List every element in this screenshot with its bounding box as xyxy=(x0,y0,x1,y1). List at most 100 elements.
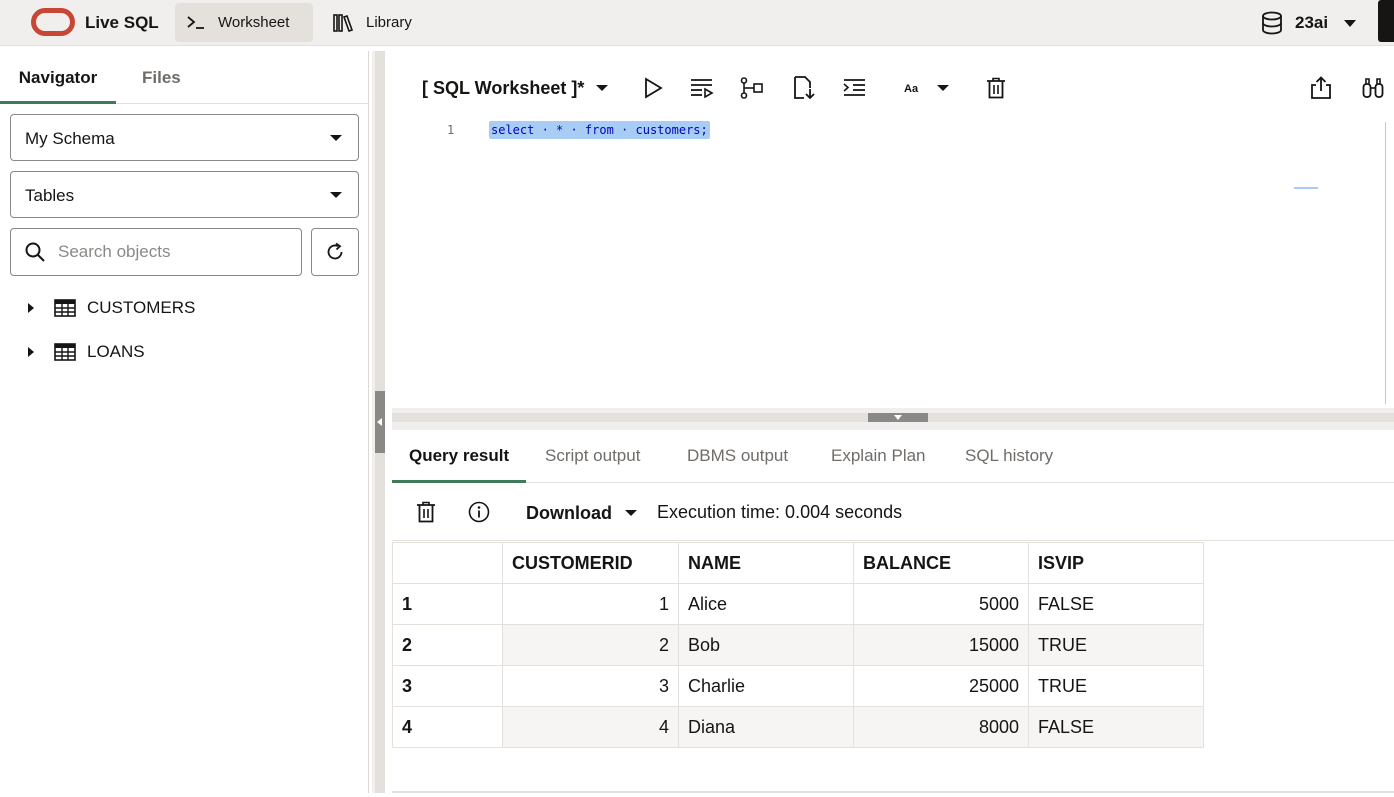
table-row[interactable]: 4 4 Diana 8000 FALSE xyxy=(392,706,1204,748)
cell-customerid[interactable]: 1 xyxy=(502,583,679,625)
tab-sql-history[interactable]: SQL history xyxy=(965,446,1053,466)
worksheet-title[interactable]: [ SQL Worksheet ]* xyxy=(422,78,584,99)
refresh-button[interactable] xyxy=(311,228,359,276)
cell-balance[interactable]: 8000 xyxy=(853,706,1029,748)
binoculars-icon xyxy=(1362,77,1384,99)
row-number: 4 xyxy=(392,706,503,748)
sql-code-area[interactable]: 1 select · * · from · customers; xyxy=(392,117,1382,407)
terminal-icon xyxy=(187,15,205,30)
schema-select[interactable]: My Schema xyxy=(10,114,359,161)
info-button[interactable] xyxy=(467,500,491,524)
tab-script-output[interactable]: Script output xyxy=(545,446,640,466)
tree-item-customers[interactable]: CUSTOMERS xyxy=(28,296,195,320)
cell-balance[interactable]: 25000 xyxy=(853,665,1029,707)
table-row[interactable]: 1 1 Alice 5000 FALSE xyxy=(392,583,1204,625)
results-toolbar: Download Execution time: 0.004 seconds xyxy=(392,484,1394,541)
cell-name[interactable]: Charlie xyxy=(678,665,854,707)
indent-icon xyxy=(843,78,867,98)
chevron-down-icon[interactable] xyxy=(625,510,637,516)
cell-name[interactable]: Alice xyxy=(678,583,854,625)
execution-time: Execution time: 0.004 seconds xyxy=(657,502,903,522)
tab-explain-plan[interactable]: Explain Plan xyxy=(831,446,926,466)
format-button[interactable] xyxy=(842,75,868,101)
tab-navigator[interactable]: Navigator xyxy=(0,68,116,104)
tree-item-label: LOANS xyxy=(87,342,145,361)
tree-diagram-icon xyxy=(740,77,764,99)
cell-isvip[interactable]: FALSE xyxy=(1028,706,1204,748)
table-row[interactable]: 2 2 Bob 15000 TRUE xyxy=(392,624,1204,666)
sql-editor-panel: [ SQL Worksheet ]* Aa 1 select · * · fro… xyxy=(392,51,1394,408)
row-number: 1 xyxy=(392,583,503,625)
cell-customerid[interactable]: 2 xyxy=(502,624,679,666)
play-icon xyxy=(643,77,663,99)
chevron-down-icon xyxy=(330,135,342,141)
nav-worksheet[interactable]: Worksheet xyxy=(175,3,313,42)
object-type-select[interactable]: Tables xyxy=(10,171,359,218)
table-row[interactable]: 3 3 Charlie 25000 TRUE xyxy=(392,665,1204,707)
nav-library[interactable]: Library xyxy=(331,3,431,42)
column-header[interactable]: ISVIP xyxy=(1028,542,1204,584)
tree-item-loans[interactable]: LOANS xyxy=(28,340,145,364)
collapse-navigator-handle[interactable] xyxy=(375,391,385,453)
tab-files[interactable]: Files xyxy=(142,68,181,88)
app-title[interactable]: Live SQL xyxy=(85,13,159,33)
font-size-toggle[interactable]: Aa xyxy=(904,83,918,95)
chevron-right-icon[interactable] xyxy=(28,347,34,357)
chevron-right-icon[interactable] xyxy=(28,303,34,313)
search-icon xyxy=(24,241,46,268)
library-icon xyxy=(333,13,353,32)
tab-query-result[interactable]: Query result xyxy=(392,446,527,483)
run-statement-button[interactable] xyxy=(640,75,666,101)
object-type-select-value: Tables xyxy=(25,186,75,205)
cell-balance[interactable]: 5000 xyxy=(853,583,1029,625)
cell-customerid[interactable]: 3 xyxy=(502,665,679,707)
share-icon xyxy=(1310,76,1332,100)
clear-results-button[interactable] xyxy=(414,500,438,524)
results-tabs: Query result Script output DBMS output E… xyxy=(392,430,1394,483)
user-menu-button[interactable] xyxy=(1378,0,1394,42)
selection-marker xyxy=(1294,187,1318,189)
cell-isvip[interactable]: TRUE xyxy=(1028,665,1204,707)
oracle-logo-icon[interactable] xyxy=(31,8,75,36)
cell-balance[interactable]: 15000 xyxy=(853,624,1029,666)
column-header[interactable]: NAME xyxy=(678,542,854,584)
find-button[interactable] xyxy=(1360,75,1386,101)
editor-scrollbar[interactable] xyxy=(1385,122,1386,404)
search-input[interactable] xyxy=(58,239,288,265)
cell-name[interactable]: Diana xyxy=(678,706,854,748)
tab-dbms-output[interactable]: DBMS output xyxy=(687,446,788,466)
cell-isvip[interactable]: FALSE xyxy=(1028,583,1204,625)
chevron-down-icon[interactable] xyxy=(596,85,608,91)
results-panel: Query result Script output DBMS output E… xyxy=(392,430,1394,793)
chevron-down-icon[interactable] xyxy=(937,85,949,91)
explain-plan-button[interactable] xyxy=(739,75,765,101)
cell-isvip[interactable]: TRUE xyxy=(1028,624,1204,666)
schema-select-value: My Schema xyxy=(25,129,115,148)
table-header-row: CUSTOMERID NAME BALANCE ISVIP xyxy=(392,542,1204,584)
column-header[interactable]: CUSTOMERID xyxy=(502,542,679,584)
cell-name[interactable]: Bob xyxy=(678,624,854,666)
bottom-border xyxy=(392,791,1394,793)
line-number: 1 xyxy=(447,123,455,137)
download-file-button[interactable] xyxy=(791,75,817,101)
clear-editor-button[interactable] xyxy=(983,75,1009,101)
database-selector[interactable]: 23ai xyxy=(1261,8,1357,38)
collapse-results-handle[interactable] xyxy=(868,413,928,422)
table-icon xyxy=(54,343,76,361)
trash-icon xyxy=(986,77,1006,99)
editor-toolbar: [ SQL Worksheet ]* Aa xyxy=(392,71,1394,105)
chevron-down-icon xyxy=(1344,13,1357,33)
download-button[interactable]: Download xyxy=(526,503,612,524)
code-line[interactable]: select · * · from · customers; xyxy=(489,121,710,139)
navigator-tabs: Navigator Files xyxy=(0,51,369,104)
run-script-button[interactable] xyxy=(689,75,715,101)
column-header[interactable]: BALANCE xyxy=(853,542,1029,584)
navigator-panel: Navigator Files My Schema Tables CUSTOME… xyxy=(0,51,369,793)
share-button[interactable] xyxy=(1308,75,1334,101)
results-table: CUSTOMERID NAME BALANCE ISVIP 1 1 Alice … xyxy=(392,542,1204,748)
search-field xyxy=(10,228,302,276)
nav-worksheet-label: Worksheet xyxy=(218,14,290,31)
file-download-icon xyxy=(792,76,816,100)
cell-customerid[interactable]: 4 xyxy=(502,706,679,748)
row-number: 2 xyxy=(392,624,503,666)
